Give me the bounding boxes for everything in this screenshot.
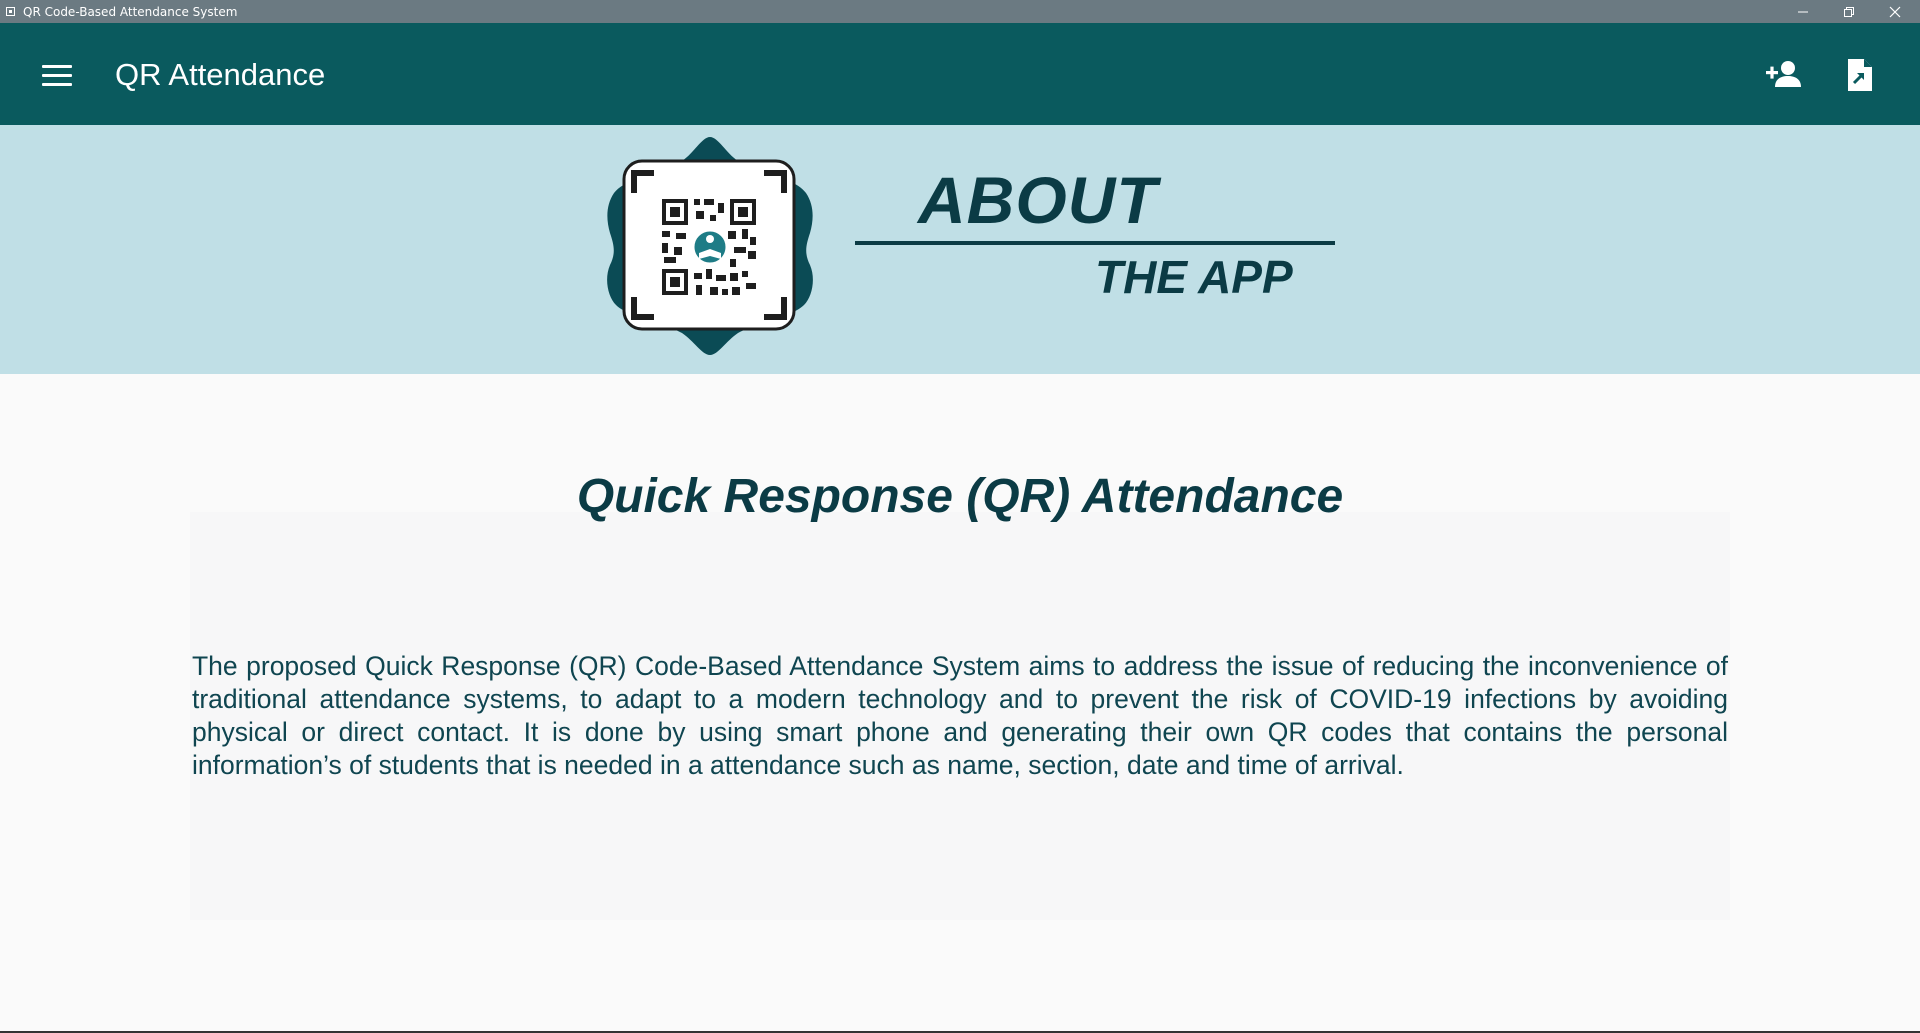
page-heading: Quick Response (QR) Attendance bbox=[576, 470, 1344, 523]
banner-divider bbox=[855, 241, 1335, 245]
window-titlebar: QR Code-Based Attendance System bbox=[0, 0, 1920, 23]
restore-icon bbox=[1844, 6, 1854, 17]
minimize-button[interactable] bbox=[1780, 0, 1826, 23]
window-title: QR Code-Based Attendance System bbox=[23, 4, 238, 19]
restore-button[interactable] bbox=[1826, 0, 1872, 23]
about-banner: ABOUT THE APP bbox=[0, 125, 1920, 374]
qr-code-logo-icon bbox=[607, 137, 813, 355]
file-export-icon[interactable] bbox=[1836, 51, 1884, 99]
person-add-icon[interactable] bbox=[1760, 51, 1808, 99]
app-bar: QR Attendance bbox=[0, 23, 1920, 125]
banner-the-app-text: THE APP bbox=[1095, 251, 1293, 303]
menu-icon[interactable] bbox=[34, 57, 80, 93]
banner-about-text: ABOUT bbox=[918, 163, 1158, 237]
app-title: QR Attendance bbox=[115, 57, 326, 92]
app-window-icon bbox=[6, 7, 15, 16]
minimize-icon bbox=[1798, 11, 1808, 12]
close-icon bbox=[1889, 6, 1901, 17]
close-button[interactable] bbox=[1872, 0, 1918, 23]
about-description: The proposed Quick Response (QR) Code-Ba… bbox=[192, 651, 1728, 780]
